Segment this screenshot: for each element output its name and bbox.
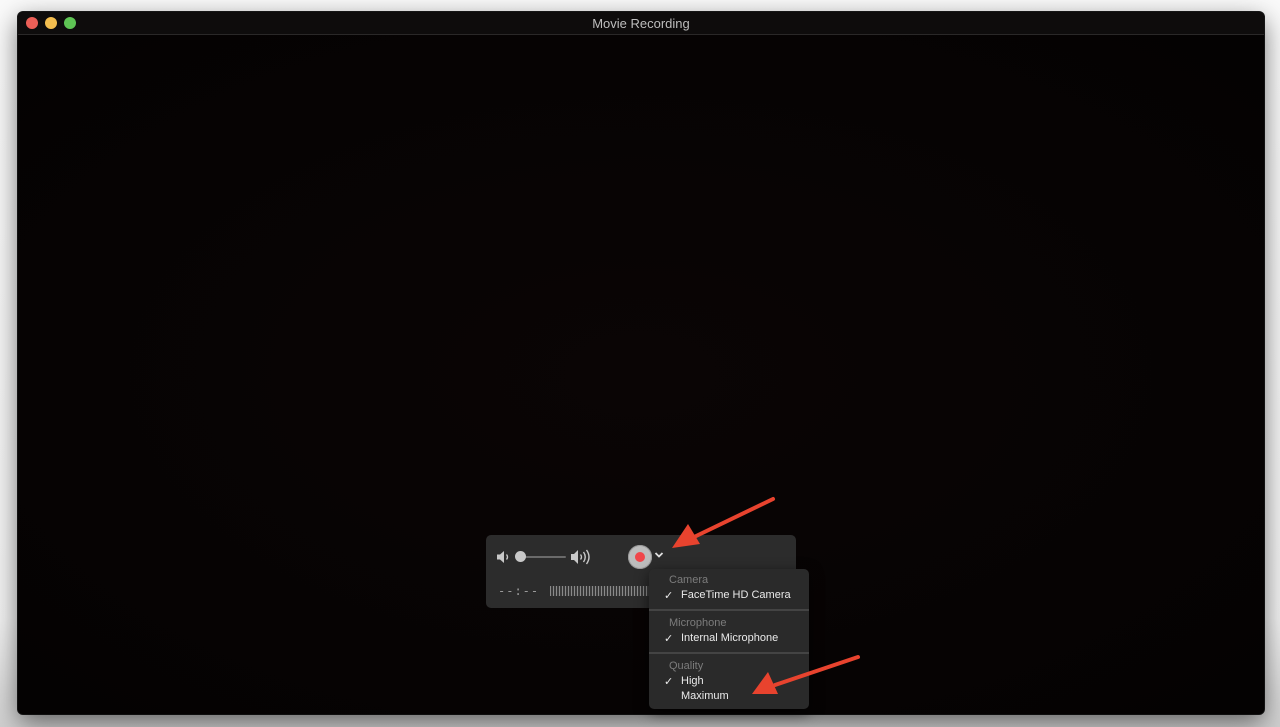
menu-separator: [649, 609, 809, 611]
menu-item-label: Internal Microphone: [681, 632, 779, 644]
checkmark-icon: ✓: [664, 633, 674, 645]
menu-item-quality-maximum[interactable]: Maximum: [649, 690, 809, 705]
menu-item-facetime-hd-camera[interactable]: ✓ FaceTime HD Camera: [649, 589, 809, 604]
menu-header-microphone: Microphone: [669, 617, 727, 629]
record-icon: [635, 552, 645, 562]
checkmark-icon: ✓: [664, 676, 674, 688]
menu-header-quality: Quality: [669, 660, 704, 672]
menu-item-label: Maximum: [681, 690, 729, 702]
quicktime-window: Movie Recording: [18, 12, 1264, 714]
menu-item-label: FaceTime HD Camera: [681, 589, 791, 601]
volume-slider-knob[interactable]: [515, 551, 526, 562]
menu-separator: [649, 652, 809, 654]
menu-header-camera: Camera: [669, 574, 709, 586]
menu-item-internal-microphone[interactable]: ✓ Internal Microphone: [649, 632, 809, 647]
record-button[interactable]: [628, 545, 652, 569]
volume-high-icon[interactable]: [570, 548, 594, 566]
checkmark-icon: ✓: [664, 590, 674, 602]
chevron-down-icon[interactable]: [654, 551, 664, 559]
window-title: Movie Recording: [592, 16, 690, 31]
elapsed-time: --:--: [498, 584, 540, 598]
volume-low-icon[interactable]: [496, 550, 512, 564]
recording-options-menu: Camera ✓ FaceTime HD Camera Microphone ✓…: [649, 569, 809, 709]
audio-level-meter: [550, 586, 650, 596]
camera-preview: [18, 35, 1264, 714]
menu-item-label: High: [681, 675, 704, 687]
menu-item-quality-high[interactable]: ✓ High: [649, 675, 809, 690]
title-bar[interactable]: Movie Recording: [18, 12, 1264, 35]
